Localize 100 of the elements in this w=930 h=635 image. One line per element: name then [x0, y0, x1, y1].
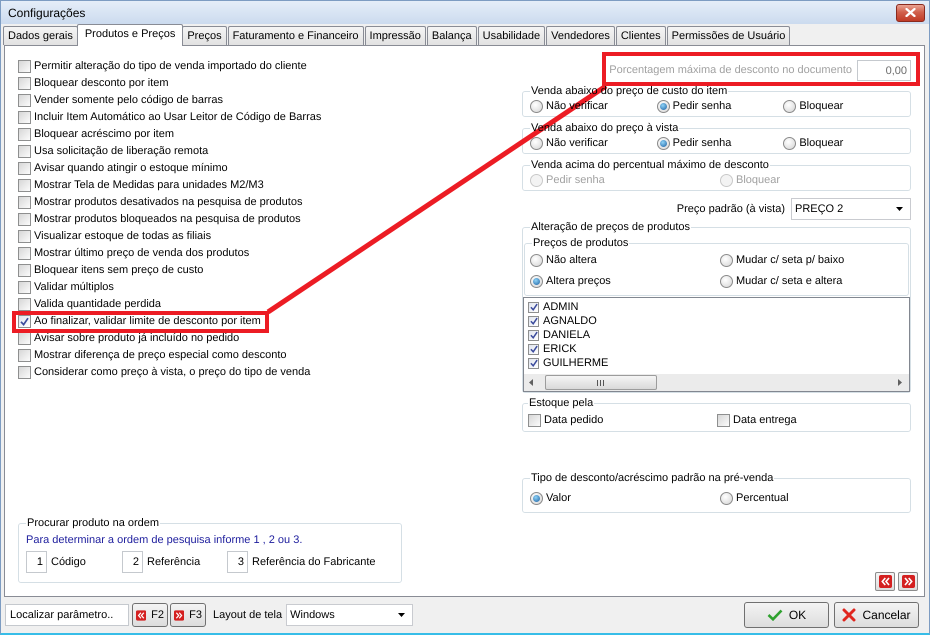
checkbox[interactable]	[18, 366, 31, 379]
hint-text: Para determinar a ordem de pesquisa informe 1 , 2 ou 3.	[26, 533, 304, 547]
order-field[interactable]: 2	[122, 551, 143, 573]
checkbox[interactable]	[18, 196, 31, 209]
field-label: Preço padrão (à vista)	[676, 202, 785, 216]
tab[interactable]: Preços	[182, 26, 227, 45]
checkbox[interactable]	[18, 60, 31, 73]
layout-dropdown[interactable]: Windows	[286, 604, 414, 626]
checkbox[interactable]	[18, 298, 31, 311]
checkbox[interactable]	[18, 128, 31, 141]
checkbox-label: Bloquear itens sem preço de custo	[34, 264, 204, 277]
tab[interactable]: Faturamento e Financeiro	[228, 26, 364, 45]
field-label: Referência do Fabricante	[252, 556, 376, 568]
double-chevron-right-icon	[174, 608, 184, 622]
radio-label: Não verificar	[546, 136, 608, 150]
cancel-button[interactable]: Cancelar	[834, 602, 919, 628]
radio-label: Altera preços	[546, 275, 611, 288]
group-title: Alteração de preços de produtos	[530, 221, 691, 234]
checkbox-label: Mostrar Tela de Medidas para unidades M2/M3	[34, 179, 264, 192]
checkbox-label: Mostrar diferença de preço especial como desconto	[34, 349, 287, 362]
tab[interactable]: Permissões de Usuário	[666, 26, 790, 45]
checkmark-icon	[766, 609, 783, 621]
tab[interactable]: Usabilidade	[478, 26, 546, 45]
checkbox[interactable]	[18, 332, 31, 345]
close-button[interactable]	[896, 4, 925, 22]
field-label: Porcentagem máxima de desconto no documento	[609, 64, 852, 77]
caret-icon	[398, 613, 406, 617]
tab[interactable]: Dados gerais	[3, 26, 78, 45]
search-field[interactable]: Localizar parâmetro..	[5, 604, 129, 626]
radio-button[interactable]	[530, 254, 543, 267]
checkbox[interactable]	[18, 111, 31, 124]
tab[interactable]: Impressão	[364, 26, 426, 45]
checkbox[interactable]	[18, 94, 31, 107]
field-label: Referência	[147, 556, 200, 568]
next-button[interactable]: F3	[170, 603, 206, 627]
checkbox[interactable]	[528, 302, 539, 312]
checkbox[interactable]	[18, 230, 31, 243]
checkbox[interactable]	[18, 77, 31, 90]
radio-button[interactable]	[530, 100, 543, 112]
group-title: Tipo de desconto/acréscimo padrão na pré-venda	[530, 472, 774, 485]
checkbox-label: Validar múltiplos	[34, 281, 114, 294]
user-name: ERICK	[543, 342, 577, 356]
radio-button[interactable]	[530, 492, 543, 505]
scroll-left-icon[interactable]	[529, 379, 533, 386]
order-field[interactable]: 1	[26, 551, 47, 573]
radio-label: Pedir senha	[672, 100, 732, 112]
tab[interactable]: Produtos e Preços	[76, 24, 184, 46]
radio-button[interactable]	[530, 136, 543, 150]
scrollbar-thumb[interactable]	[545, 375, 657, 390]
order-field[interactable]: 3	[227, 551, 248, 573]
radio-label: Pedir senha	[546, 174, 605, 186]
radio-label: Percentual	[736, 492, 789, 505]
user-name: DANIELA	[543, 328, 590, 342]
radio-label: Mudar c/ seta p/ baixo	[736, 254, 844, 267]
checkbox[interactable]	[18, 281, 31, 294]
checkbox[interactable]	[528, 414, 541, 427]
previous-button[interactable]	[875, 572, 895, 591]
radio-dot-icon	[660, 140, 667, 146]
checkbox[interactable]	[528, 316, 539, 326]
radio-button[interactable]	[720, 492, 733, 505]
radio-button[interactable]	[656, 100, 670, 112]
radio-button[interactable]	[720, 254, 733, 267]
scroll-right-icon[interactable]	[898, 379, 902, 386]
checkbox[interactable]	[528, 344, 539, 354]
checkbox[interactable]	[18, 247, 31, 260]
checkbox-label: Permitir alteração do tipo de venda importado do cliente	[34, 60, 307, 73]
checkbox-label: Considerar como preço à vista, o preço do tipo de venda	[34, 366, 310, 379]
checkbox[interactable]	[528, 358, 539, 368]
checkbox[interactable]	[18, 315, 31, 328]
checkbox[interactable]	[717, 414, 730, 427]
radio-button[interactable]	[783, 100, 796, 112]
checkbox-label: Mostrar produtos desativados na pesquisa de produtos	[34, 196, 302, 209]
radio-button[interactable]	[656, 136, 670, 150]
radio-button[interactable]	[530, 275, 543, 288]
next-button[interactable]	[898, 572, 918, 591]
checkbox-label: Mostrar último preço de venda dos produtos	[34, 247, 250, 260]
radio-button[interactable]	[720, 275, 733, 288]
radio-label: Bloquear	[799, 136, 844, 150]
radio-button[interactable]	[783, 136, 796, 150]
tab[interactable]: Balança	[426, 26, 477, 45]
checkbox[interactable]	[18, 145, 31, 158]
checkbox[interactable]	[18, 179, 31, 192]
field-label: Layout de tela	[213, 608, 282, 622]
checkbox[interactable]	[18, 162, 31, 175]
checkbox[interactable]	[18, 213, 31, 226]
tab[interactable]: Clientes	[616, 26, 666, 45]
checkbox[interactable]	[18, 264, 31, 277]
horizontal-scrollbar[interactable]	[524, 374, 909, 391]
checkbox[interactable]	[528, 330, 539, 340]
checkbox-label: Data entrega	[733, 414, 797, 427]
checkbox-label: Visualizar estoque de todas as filiais	[34, 230, 212, 243]
ok-button[interactable]: OK	[744, 602, 829, 628]
checkbox[interactable]	[18, 349, 31, 362]
radio-label: Bloquear	[799, 100, 844, 112]
price-dropdown[interactable]: PREÇO 2	[791, 198, 911, 220]
tab[interactable]: Vendedores	[546, 26, 615, 45]
previous-button[interactable]: F2	[132, 603, 168, 627]
field-label: Código	[51, 556, 86, 568]
radio-label: Mudar c/ seta e altera	[736, 275, 842, 288]
radio-dot-icon	[660, 102, 667, 110]
